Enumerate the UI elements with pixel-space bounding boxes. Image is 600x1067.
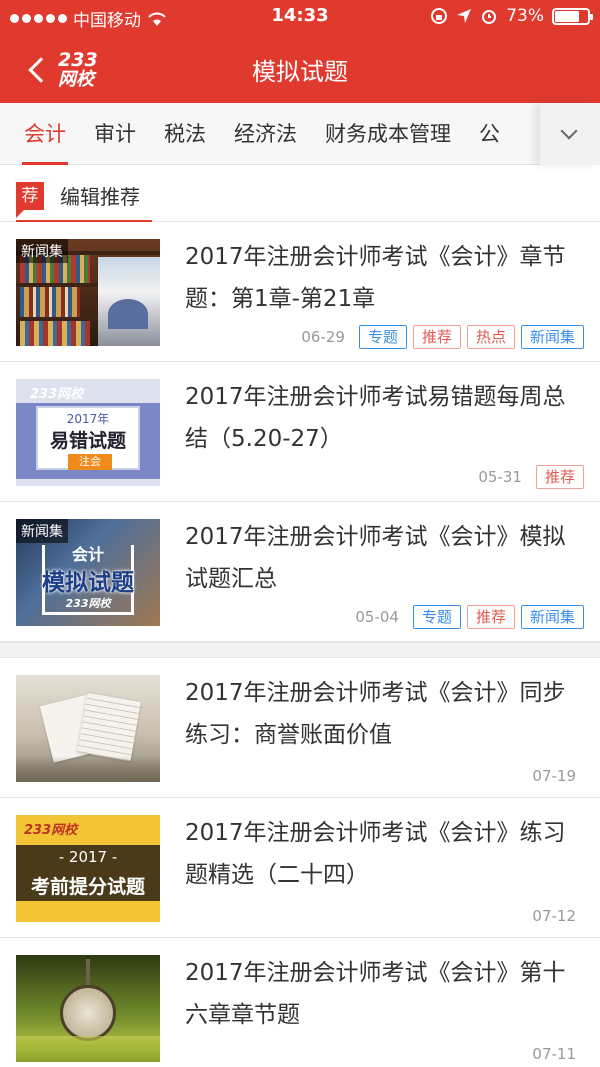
thumbnail-label: 新闻集 bbox=[16, 519, 68, 543]
thumbnail-headline: 模拟试题 bbox=[42, 570, 134, 596]
section-separator bbox=[0, 642, 600, 658]
thumbnail-pre-exam-questions: 233网校 - 2017 - 考前提分试题 bbox=[16, 815, 160, 922]
item-title: 2017年注册会计师考试《会计》同步练习：商誉账面价值 bbox=[185, 680, 566, 748]
list-item[interactable]: 会计 模拟试题 233网校 新闻集 2017年注册会计师考试《会计》模拟试题汇总… bbox=[0, 502, 600, 642]
tab-audit[interactable]: 审计 bbox=[94, 103, 136, 165]
tab-more-partial[interactable]: 公 bbox=[479, 103, 500, 165]
item-meta: 07-19 bbox=[532, 767, 584, 785]
app-header: 中国移动 14:33 73% 233 网校 模拟试题 bbox=[0, 0, 600, 103]
list-item[interactable]: 2017年注册会计师考试《会计》第十六章章节题 07-11 bbox=[0, 938, 600, 1067]
list-item[interactable]: 新闻集 2017年注册会计师考试《会计》章节题：第1章-第21章 06-29 专… bbox=[0, 222, 600, 362]
tab-economic-law[interactable]: 经济法 bbox=[234, 103, 297, 165]
chevron-down-icon bbox=[560, 122, 578, 140]
thumbnail-open-book bbox=[16, 675, 160, 782]
tab-financial-cost-management[interactable]: 财务成本管理 bbox=[325, 103, 451, 165]
thumbnail-headline: 考前提分试题 bbox=[30, 876, 145, 898]
item-date: 05-31 bbox=[478, 468, 522, 486]
list-item[interactable]: 233网校 - 2017 - 考前提分试题 2017年注册会计师考试《会计》练习… bbox=[0, 798, 600, 938]
tab-tax-law[interactable]: 税法 bbox=[164, 103, 206, 165]
thumbnail-error-prone-questions: 233网校 2017年 易错试题 注会 bbox=[16, 379, 160, 486]
list-item[interactable]: 2017年注册会计师考试《会计》同步练习：商誉账面价值 07-19 bbox=[0, 658, 600, 798]
category-tabs: 会计 审计 税法 经济法 财务成本管理 公 bbox=[0, 103, 600, 165]
tag-topic: 专题 bbox=[358, 325, 407, 349]
page-title: 模拟试题 bbox=[252, 58, 348, 86]
thumbnail-bookshelf: 新闻集 bbox=[16, 239, 160, 346]
item-meta: 07-11 bbox=[532, 1045, 584, 1063]
thumbnail-subject: 会计 bbox=[71, 545, 104, 564]
item-title: 2017年注册会计师考试易错题每周总结（5.20-27） bbox=[185, 384, 566, 452]
status-right: 73% bbox=[430, 6, 593, 26]
item-meta: 05-04 专题 推荐 新闻集 bbox=[355, 605, 584, 629]
tab-accounting[interactable]: 会计 bbox=[22, 103, 68, 165]
thumbnail-year: 2017年 bbox=[66, 412, 110, 426]
item-meta: 07-12 bbox=[532, 907, 584, 925]
item-date: 07-11 bbox=[532, 1045, 576, 1063]
tab-row: 会计 审计 税法 经济法 财务成本管理 公 bbox=[0, 103, 540, 165]
status-bar: 中国移动 14:33 73% bbox=[0, 0, 600, 34]
item-title: 2017年注册会计师考试《会计》章节题：第1章-第21章 bbox=[185, 244, 566, 312]
item-date: 05-04 bbox=[355, 608, 399, 626]
item-title: 2017年注册会计师考试《会计》第十六章章节题 bbox=[185, 960, 566, 1028]
section-header: 荐 编辑推荐 bbox=[0, 166, 600, 222]
item-title: 2017年注册会计师考试《会计》模拟试题汇总 bbox=[185, 524, 566, 592]
item-date: 06-29 bbox=[301, 328, 345, 346]
thumbnail-headline: 易错试题 bbox=[49, 430, 126, 452]
location-icon bbox=[457, 9, 472, 23]
tag-recommend: 推荐 bbox=[412, 325, 461, 349]
item-date: 07-12 bbox=[532, 907, 576, 925]
list-item[interactable]: 233网校 2017年 易错试题 注会 2017年注册会计师考试易错题每周总结（… bbox=[0, 362, 600, 502]
tag-news-collection: 新闻集 bbox=[520, 605, 584, 629]
rotation-lock-icon bbox=[431, 8, 448, 24]
item-meta: 05-31 推荐 bbox=[478, 465, 584, 489]
tag-recommend: 推荐 bbox=[466, 605, 515, 629]
thumbnail-brand: 233网校 bbox=[24, 823, 78, 838]
thumbnail-sub: 注会 bbox=[68, 454, 112, 470]
thumbnail-brand: 233网校 bbox=[30, 387, 84, 402]
thumbnail-brand: 233网校 bbox=[65, 597, 111, 610]
alarm-icon bbox=[482, 10, 497, 24]
recommend-badge: 荐 bbox=[16, 182, 44, 218]
item-date: 07-19 bbox=[532, 767, 576, 785]
expand-tabs-button[interactable] bbox=[540, 103, 600, 165]
battery-icon bbox=[552, 7, 593, 25]
tag-recommend: 推荐 bbox=[535, 465, 584, 489]
tag-news-collection: 新闻集 bbox=[520, 325, 584, 349]
item-meta: 06-29 专题 推荐 热点 新闻集 bbox=[301, 325, 584, 349]
tag-hot: 热点 bbox=[466, 325, 515, 349]
thumbnail-label: 新闻集 bbox=[16, 239, 68, 263]
battery-percent: 73% bbox=[506, 6, 544, 26]
item-title: 2017年注册会计师考试《会计》练习题精选（二十四） bbox=[185, 820, 566, 888]
tag-topic: 专题 bbox=[412, 605, 461, 629]
section-title: 编辑推荐 bbox=[60, 185, 140, 209]
nav-bar: 233 网校 模拟试题 bbox=[0, 34, 600, 103]
thumbnail-year: - 2017 - bbox=[58, 848, 118, 866]
thumbnail-pocket-watch bbox=[16, 955, 160, 1062]
thumbnail-mock-exam: 会计 模拟试题 233网校 新闻集 bbox=[16, 519, 160, 626]
